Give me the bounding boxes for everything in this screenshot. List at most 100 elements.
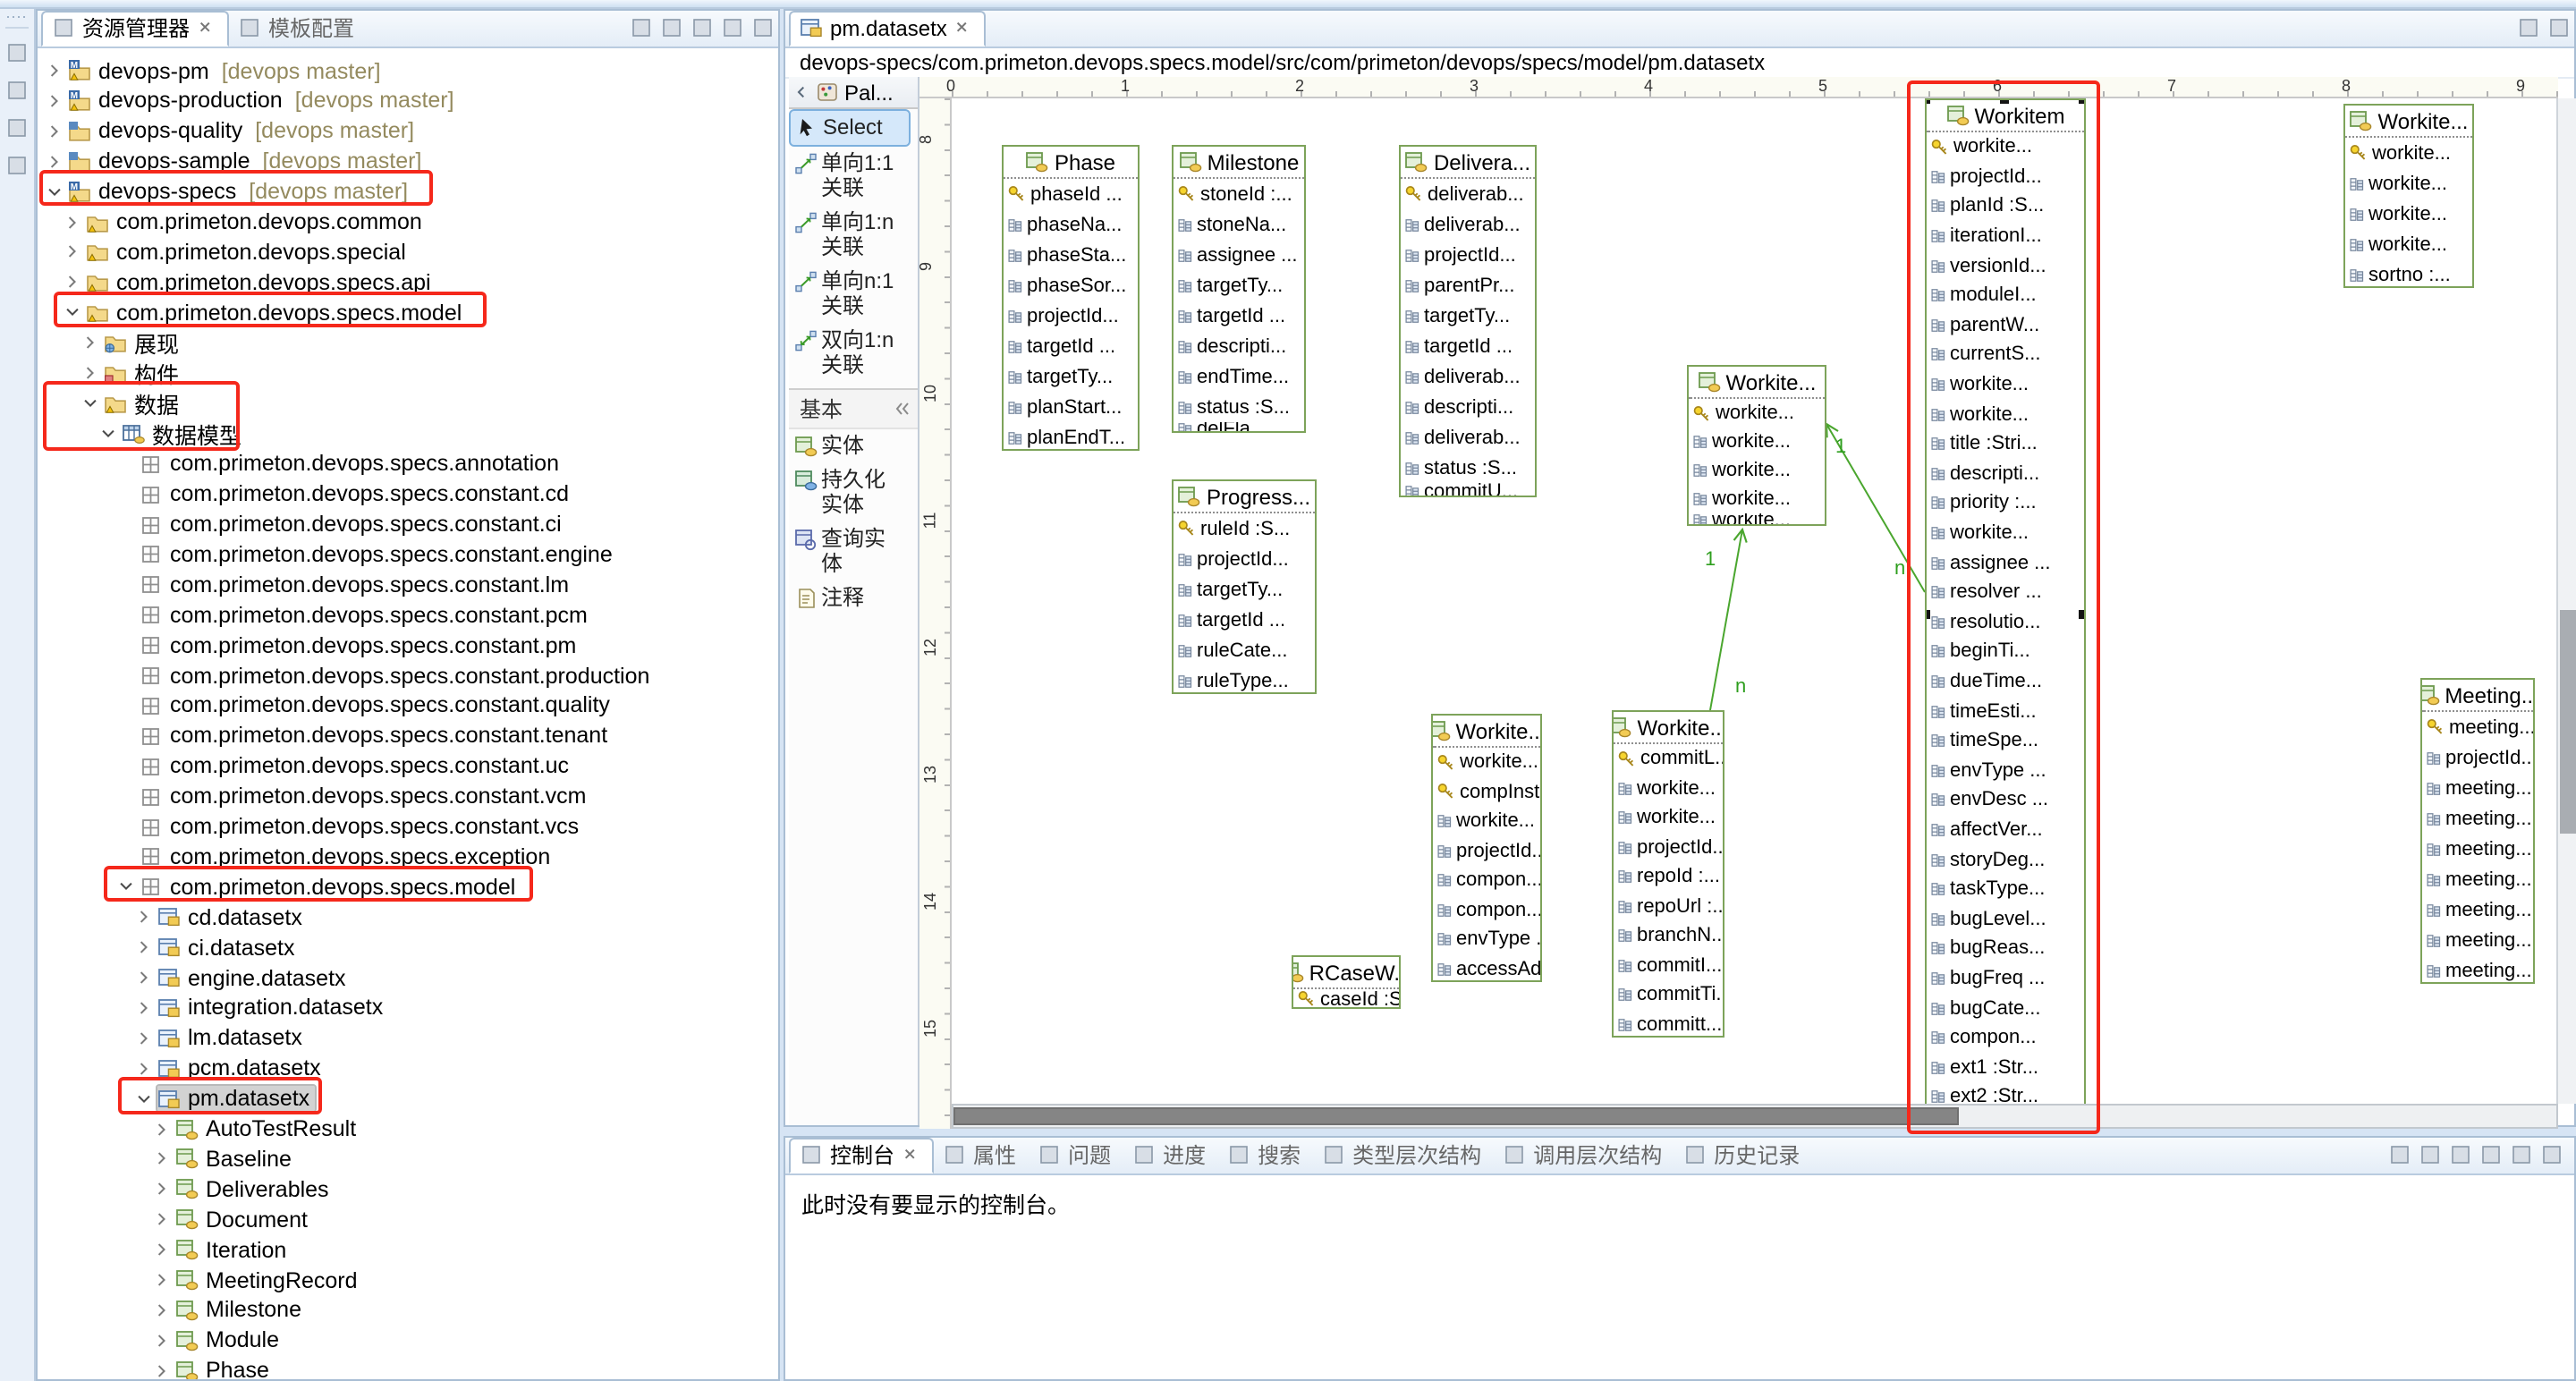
- tree-item-body[interactable]: com.primeton.devops.common: [86, 209, 422, 234]
- horizontal-scrollbar-thumb[interactable]: [953, 1107, 1959, 1125]
- close-icon[interactable]: [902, 1145, 919, 1165]
- tree-item-body[interactable]: Milestone: [175, 1298, 301, 1323]
- tree-item-devops-sample[interactable]: devops-sample[devops master]: [38, 146, 778, 176]
- entity-attribute[interactable]: sortno :...: [2345, 259, 2472, 288]
- entity-attribute[interactable]: planStart...: [1004, 392, 1138, 422]
- designer-icon[interactable]: [3, 113, 31, 141]
- entity-attribute[interactable]: beginTi...: [1927, 637, 2084, 666]
- entity-attribute[interactable]: ruleId :S...: [1174, 513, 1315, 544]
- tree-item-pm-datasetx[interactable]: pm.datasetx: [38, 1083, 778, 1114]
- tree-item-com-primeton-devops-specs-constant-engine[interactable]: com.primeton.devops.specs.constant.engin…: [38, 539, 778, 570]
- tree-item-body[interactable]: Baseline: [175, 1147, 292, 1172]
- tree-item-com-primeton-devops-specs-constant-cd[interactable]: com.primeton.devops.specs.constant.cd: [38, 479, 778, 509]
- entity-attribute[interactable]: assignee ...: [1174, 240, 1304, 270]
- entity-attribute[interactable]: phaseSor...: [1004, 270, 1138, 301]
- tree-item-body[interactable]: pcm.datasetx: [157, 1055, 321, 1080]
- chevron-right-icon[interactable]: [152, 1148, 175, 1171]
- chevron-right-icon[interactable]: [134, 905, 157, 928]
- entity-attribute[interactable]: accessAd...: [1433, 954, 1540, 982]
- chevron-down-icon[interactable]: [98, 422, 122, 445]
- chevron-right-icon[interactable]: [134, 1056, 157, 1080]
- entity-attribute[interactable]: meeting...: [2422, 712, 2533, 742]
- entity-attribute[interactable]: targetId ...: [1004, 331, 1138, 361]
- tree-item-body[interactable]: com.primeton.devops.special: [86, 240, 406, 265]
- collapse-all-icon[interactable]: [657, 14, 685, 41]
- entity-attribute[interactable]: affectVer...: [1927, 815, 2084, 844]
- entity-attribute[interactable]: ruleType...: [1174, 665, 1315, 694]
- entity-milestone[interactable]: MilestonestoneId :...stoneNa...assignee …: [1172, 145, 1306, 433]
- tree-item-com-primeton-devops-specs-model[interactable]: com.primeton.devops.specs.model: [38, 872, 778, 902]
- entity-workite[interactable]: Workite...workite...workite...workite...…: [2343, 104, 2474, 288]
- entity-attribute[interactable]: workite...: [1433, 807, 1540, 836]
- entity-attribute[interactable]: currentS...: [1927, 340, 2084, 369]
- tree-item-com-primeton-devops-specs-exception[interactable]: com.primeton.devops.specs.exception: [38, 842, 778, 872]
- entity-attribute[interactable]: phaseNa...: [1004, 209, 1138, 240]
- entity-attribute[interactable]: parentPr...: [1401, 270, 1535, 301]
- chevron-down-icon[interactable]: [63, 301, 86, 324]
- entity-attribute[interactable]: bugCate...: [1927, 993, 2084, 1022]
- entity-attribute[interactable]: envDesc ...: [1927, 785, 2084, 815]
- entity-attribute[interactable]: workite...: [2345, 168, 2472, 199]
- entity-attribute[interactable]: targetTy...: [1004, 361, 1138, 392]
- chevron-right-icon[interactable]: [63, 210, 86, 233]
- selection-handle[interactable]: [1925, 98, 1930, 104]
- tree-item-body[interactable]: engine.datasetx: [157, 965, 346, 990]
- entity-attribute[interactable]: workite...: [1689, 485, 1825, 513]
- chevron-right-icon[interactable]: [152, 1299, 175, 1322]
- entity-attribute[interactable]: deliverab...: [1401, 361, 1535, 392]
- entity-attribute[interactable]: repoId :...: [1614, 862, 1723, 892]
- entity-workite[interactable]: Workite...commitL...workite...workite...…: [1612, 710, 1724, 1038]
- entity-attribute[interactable]: workite...: [1689, 399, 1825, 428]
- tree-item-com-primeton-devops-special[interactable]: com.primeton.devops.special: [38, 237, 778, 267]
- palette-tool-select[interactable]: Select: [791, 111, 909, 145]
- entity-workitem[interactable]: Workitemworkite...projectId...planId :S.…: [1925, 98, 2086, 1129]
- entity-attribute[interactable]: bugReas...: [1927, 934, 2084, 963]
- entity-workite[interactable]: Workite...workite...compInst...workite..…: [1431, 714, 1542, 982]
- entity-attribute[interactable]: workite...: [1927, 132, 2084, 162]
- entity-attribute[interactable]: assignee ...: [1927, 548, 2084, 578]
- selection-handle[interactable]: [2000, 98, 2009, 104]
- entity-attribute[interactable]: repoUrl :...: [1614, 892, 1723, 921]
- entity-attribute[interactable]: envType ...: [1433, 925, 1540, 954]
- chevron-right-icon[interactable]: [152, 1207, 175, 1231]
- entity-attribute[interactable]: projectId...: [1614, 833, 1723, 862]
- entity-attribute[interactable]: projectId...: [1927, 162, 2084, 191]
- entity-attribute[interactable]: versionId...: [1927, 251, 2084, 281]
- chevron-right-icon[interactable]: [63, 241, 86, 264]
- entity-attribute[interactable]: workite...: [1927, 370, 2084, 400]
- palette-tool-单向n-1-关联[interactable]: 单向n:1 关联: [789, 265, 907, 324]
- tree-item-body[interactable]: com.primeton.devops.specs.annotation: [140, 451, 559, 476]
- entity-attribute[interactable]: meeting...: [2422, 834, 2533, 864]
- tree-item-baseline[interactable]: Baseline: [38, 1144, 778, 1174]
- chevron-right-icon[interactable]: [134, 936, 157, 959]
- data-source-icon[interactable]: [3, 75, 31, 104]
- view-menu-icon[interactable]: [687, 14, 716, 41]
- tree-item-body[interactable]: com.primeton.devops.specs.constant.uc: [140, 753, 569, 778]
- entity-attribute[interactable]: workite...: [1927, 518, 2084, 547]
- tree-item-body[interactable]: integration.datasetx: [157, 996, 383, 1021]
- entity-attribute[interactable]: projectId...: [2422, 742, 2533, 773]
- entity-attribute[interactable]: ext1 :Str...: [1927, 1053, 2084, 1082]
- pin-console-icon[interactable]: [2445, 1141, 2474, 1168]
- tree-item-body[interactable]: com.primeton.devops.specs.exception: [140, 844, 550, 869]
- entity-attribute[interactable]: workite...: [1689, 456, 1825, 485]
- tab-属性[interactable]: 属性: [934, 1138, 1029, 1173]
- palette-tool-注释[interactable]: 注释: [789, 581, 907, 615]
- entity-delivera[interactable]: Delivera...deliverab...deliverab...proje…: [1399, 145, 1537, 497]
- close-icon[interactable]: [954, 18, 972, 38]
- entity-attribute[interactable]: compInst...: [1433, 777, 1540, 807]
- tree-item-body[interactable]: devops-sample: [68, 148, 250, 174]
- palette-tool-查询实体[interactable]: 查询实体: [789, 522, 907, 581]
- tree-item-com-primeton-devops-specs-constant-lm[interactable]: com.primeton.devops.specs.constant.lm: [38, 570, 778, 600]
- tree-item-body[interactable]: com.primeton.devops.specs.constant.pcm: [140, 602, 588, 627]
- tab-资源管理器[interactable]: 资源管理器: [41, 11, 229, 47]
- tab-类型层次结构[interactable]: 类型层次结构: [1313, 1138, 1494, 1173]
- tab-进度[interactable]: 进度: [1123, 1138, 1218, 1173]
- entity-attribute[interactable]: workite...: [1689, 428, 1825, 456]
- chevron-right-icon[interactable]: [45, 120, 68, 143]
- tree-item-deliverables[interactable]: Deliverables: [38, 1174, 778, 1205]
- palette-tool-实体[interactable]: 实体: [789, 429, 907, 463]
- tree-item-body[interactable]: Phase: [175, 1358, 269, 1379]
- entity-attribute[interactable]: status :S...: [1174, 392, 1304, 422]
- minimize-icon[interactable]: [2513, 14, 2542, 41]
